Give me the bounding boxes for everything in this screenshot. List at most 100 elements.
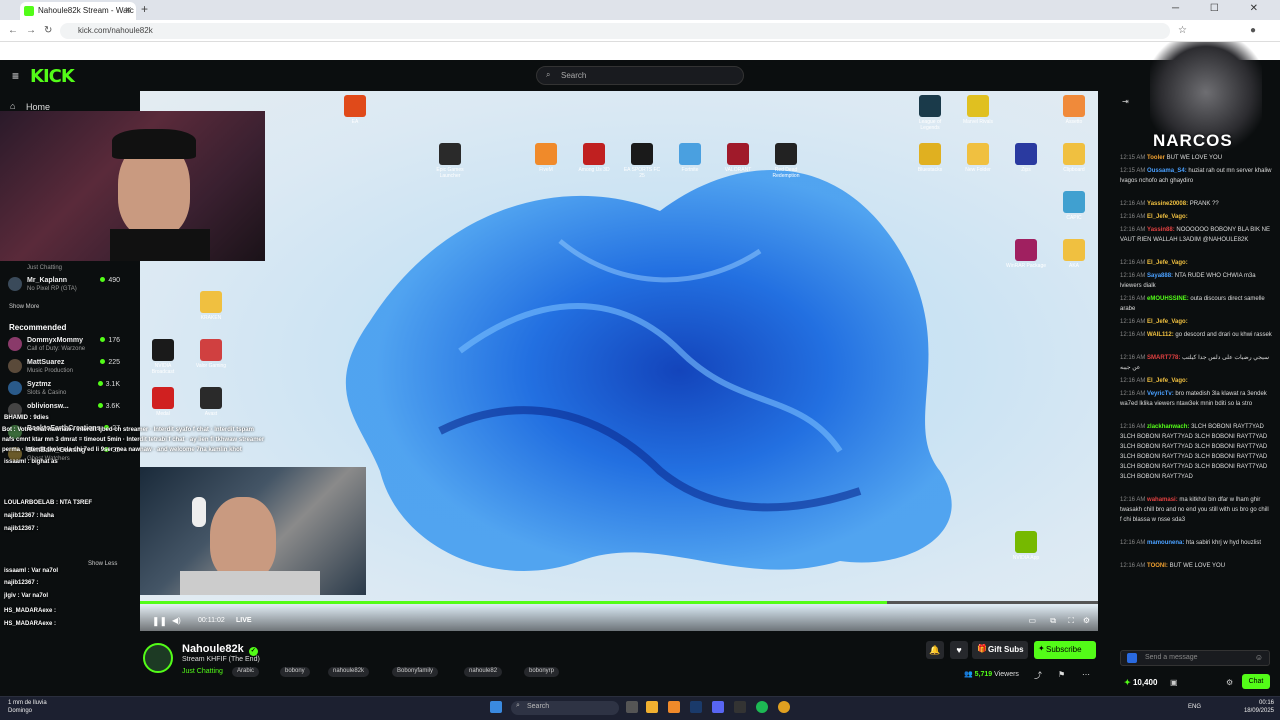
chat-message: 12:16 AM Yassine20008: PRANK ?? — [1120, 201, 1219, 207]
subscribe-button[interactable]: ✦ Subscribe — [1034, 641, 1096, 659]
viewers-icon: 👥 — [964, 671, 973, 678]
player-progress-bar[interactable] — [140, 601, 1098, 604]
report-icon[interactable]: ⚑ — [1058, 670, 1065, 679]
weather-widget[interactable]: 1 mm de lluvia Domingo — [8, 699, 47, 715]
follow-heart-icon[interactable]: ♥ — [950, 641, 968, 659]
kicks-balance[interactable]: ✦ 10,400 — [1124, 678, 1157, 687]
app-taskbar-icon[interactable] — [734, 701, 746, 713]
desktop-icon: CAPIC — [1054, 191, 1094, 221]
pause-icon[interactable]: ❚❚ — [152, 616, 167, 627]
stream-tag[interactable]: bobonyrp — [524, 667, 560, 677]
app-icon — [439, 143, 461, 165]
sidebar-show-less[interactable]: Show Less — [88, 561, 117, 567]
kick-logo[interactable]: KICK — [30, 66, 75, 87]
overlay-chat-line: najib12367 : haha — [4, 513, 55, 519]
file-explorer-icon[interactable] — [646, 701, 658, 713]
gift-subs-button[interactable]: 🎁 Gift Subs — [972, 641, 1028, 659]
sidebar-avatar[interactable] — [8, 337, 22, 351]
chat-input[interactable]: Send a message ☺ — [1120, 650, 1270, 666]
streamer-name[interactable]: Nahoule82k ✓ — [182, 643, 258, 656]
sidebar-channel-name[interactable]: oblivionsw... — [27, 403, 69, 410]
sidebar-avatar[interactable] — [8, 359, 22, 373]
sidebar-viewer-count: 490 — [100, 277, 120, 284]
taskbar-search-icon: ⌕ — [516, 702, 520, 709]
window-controls[interactable]: ─ ☐ ✕ — [1172, 3, 1272, 14]
search-icon: ⌕ — [546, 70, 551, 79]
chat-message: 12:16 AM Yassin88: NOOOOOO BOBONY BLA BI… — [1120, 227, 1270, 243]
spotify-taskbar-icon[interactable] — [756, 701, 768, 713]
stream-tag[interactable]: bobony — [280, 667, 310, 677]
sidebar-viewer-count: 225 — [100, 359, 120, 366]
discord-taskbar-icon[interactable] — [712, 701, 724, 713]
collapse-chat-icon[interactable]: ⇥ — [1122, 97, 1129, 106]
chat-gift-icon[interactable]: ▣ — [1170, 678, 1178, 687]
chrome-taskbar-icon[interactable] — [778, 701, 790, 713]
stream-title: Stream KHFIF (The End) — [182, 656, 260, 663]
stream-tag[interactable]: nahoule82k — [328, 667, 370, 677]
app-icon — [344, 95, 366, 117]
fivem-taskbar-icon[interactable] — [668, 701, 680, 713]
windows-start-icon[interactable] — [490, 701, 502, 713]
app-icon — [1015, 531, 1037, 553]
task-view-icon[interactable] — [626, 701, 638, 713]
desktop-icon: League of Legends — [910, 95, 950, 131]
profile-icon[interactable]: ● — [1250, 25, 1256, 36]
app-icon — [679, 143, 701, 165]
emote-icon[interactable]: ☺ — [1255, 653, 1263, 662]
new-tab-button[interactable]: + — [141, 2, 148, 16]
stream-tag[interactable]: Arabic — [232, 667, 260, 677]
theater-mode-icon[interactable]: ▭ — [1028, 616, 1036, 625]
viewer-count: 👥 5,719 Viewers — [964, 671, 1019, 678]
taskbar-clock[interactable]: 00:16 18/09/2025 — [1244, 699, 1274, 715]
sidebar-avatar[interactable] — [8, 277, 22, 291]
more-options-icon[interactable]: ⋯ — [1082, 670, 1090, 679]
tab-title: Nahoule82k Stream - Watc — [38, 6, 134, 15]
stream-category[interactable]: Just Chatting — [182, 668, 223, 675]
chat-settings-icon[interactable]: ⚙ — [1226, 678, 1233, 687]
reload-icon[interactable]: ↻ — [44, 25, 52, 36]
language-indicator[interactable]: ENG — [1188, 704, 1201, 710]
stream-tag[interactable]: Bobonyfamily — [392, 667, 439, 677]
desktop-icon: Valor Gaming — [191, 339, 231, 369]
chat-send-button[interactable]: Chat — [1242, 674, 1270, 689]
url-field[interactable]: kick.com/nahoule82k — [60, 23, 1170, 39]
stream-tag[interactable]: nahoule82 — [464, 667, 503, 677]
pip-icon[interactable]: ⧉ — [1050, 616, 1056, 626]
live-dot-icon — [100, 359, 106, 364]
search-placeholder: Search — [561, 71, 587, 80]
desktop-icon: NVIDIA App — [1006, 531, 1046, 561]
tab-close-icon[interactable]: ✕ — [124, 5, 132, 16]
streamer-cap — [112, 129, 196, 159]
sidebar-show-more[interactable]: Show More — [9, 304, 39, 310]
sidebar-channel-name[interactable]: DommyxMommy — [27, 337, 83, 344]
forward-icon[interactable]: → — [26, 25, 36, 36]
home-icon[interactable]: ⌂ — [10, 101, 15, 111]
chat-message: 12:16 AM mamounena: hta sabiri khrj w hy… — [1120, 540, 1262, 546]
volume-icon[interactable]: ◀) — [172, 616, 181, 625]
bookmark-star-icon[interactable]: ☆ — [1178, 25, 1187, 36]
sidebar-channel-name[interactable]: Mr_Kaplann — [27, 277, 67, 284]
desktop-icon: KRAKEN — [191, 291, 231, 321]
app-icon — [1063, 191, 1085, 213]
back-icon[interactable]: ← — [8, 25, 18, 36]
overlay-chat-line: jlgiv : Var na7ol — [4, 593, 49, 599]
sidebar-avatar[interactable] — [8, 381, 22, 395]
steam-taskbar-icon[interactable] — [690, 701, 702, 713]
fullscreen-icon[interactable]: ⛶ — [1068, 616, 1074, 626]
browser-tab-bar: Nahoule82k Stream - Watc ✕ + ─ ☐ ✕ — [0, 0, 1280, 20]
kick-search-input[interactable]: ⌕ Search — [536, 66, 744, 85]
desktop-icon: FiveM — [526, 143, 566, 173]
chat-message: 12:16 AM El_Jefe_Vago: — [1120, 319, 1188, 325]
taskbar-search[interactable]: ⌕ Search — [511, 701, 619, 715]
browser-tab[interactable]: Nahoule82k Stream - Watc ✕ — [20, 2, 136, 20]
overlay-chat-line: nafs cmnt ktar mn 3 dmrat = timeout 5min… — [2, 437, 265, 443]
sidebar-channel-name[interactable]: MattSuarez — [27, 359, 64, 366]
player-progress-fill — [140, 601, 888, 604]
overlay-chat-line: LOULARBOELAB : NTA T3REF — [4, 500, 92, 506]
menu-icon[interactable]: ≡ — [12, 69, 19, 83]
notification-bell-icon[interactable]: 🔔 — [926, 641, 944, 659]
streamer-avatar[interactable] — [143, 643, 173, 673]
share-icon[interactable]: ⤴ — [1034, 670, 1042, 681]
sidebar-channel-name[interactable]: Syztmz — [27, 381, 51, 388]
settings-gear-icon[interactable]: ⚙ — [1083, 616, 1090, 625]
